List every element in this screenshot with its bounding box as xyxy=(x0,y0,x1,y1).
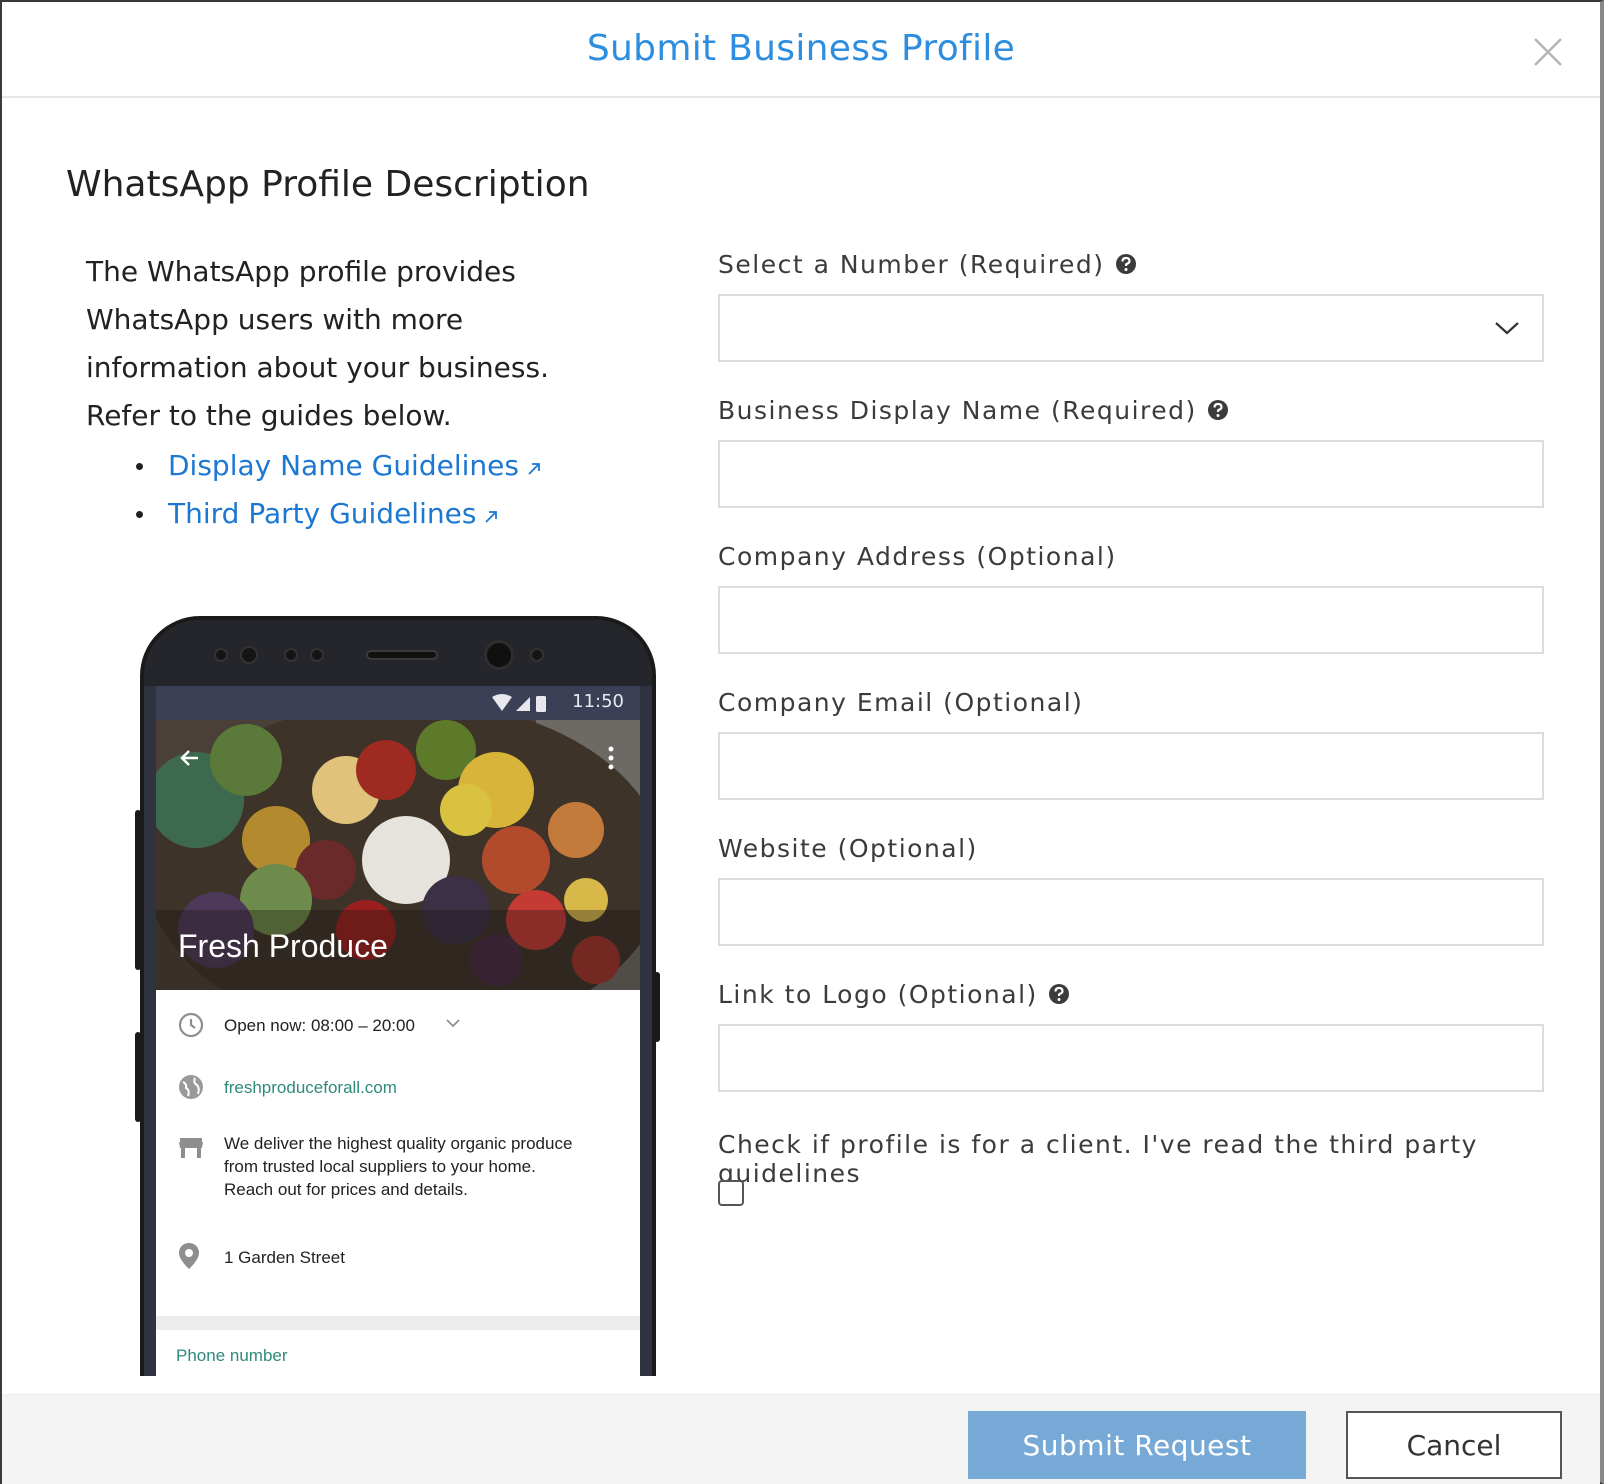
help-icon[interactable] xyxy=(1207,398,1229,427)
external-link-icon xyxy=(527,443,541,491)
intro-line: Refer to the guides below. xyxy=(86,399,452,432)
sensor-dot xyxy=(214,648,228,662)
number-select[interactable] xyxy=(718,294,1544,362)
address-input[interactable] xyxy=(718,586,1544,654)
business-address: 1 Garden Street xyxy=(224,1248,345,1267)
status-time: 11:50 xyxy=(572,691,624,712)
email-label-text: Company Email (Optional) xyxy=(718,688,1084,717)
display-name-input[interactable] xyxy=(718,440,1544,508)
business-cover-image: Fresh Produce xyxy=(156,720,640,990)
submit-request-button[interactable]: Submit Request xyxy=(968,1411,1306,1479)
number-label: Select a Number (Required) xyxy=(718,250,1137,281)
help-icon[interactable] xyxy=(1115,252,1137,281)
display-name-label: Business Display Name (Required) xyxy=(718,396,1229,427)
website-input[interactable] xyxy=(718,878,1544,946)
website-label-text: Website (Optional) xyxy=(718,834,978,863)
back-arrow-icon xyxy=(180,750,198,766)
email-label: Company Email (Optional) xyxy=(718,688,1083,717)
divider xyxy=(156,1316,640,1330)
signal-icon xyxy=(492,694,546,712)
business-website: freshproduceforall.com xyxy=(224,1078,397,1097)
business-name: Fresh Produce xyxy=(178,928,388,964)
section-title: WhatsApp Profile Description xyxy=(66,164,590,205)
camera-icon xyxy=(240,646,258,664)
phone-preview: 11:50 Fresh Produce Open now: 08:00 – 20… xyxy=(140,616,656,1376)
modal-header: Submit Business Profile xyxy=(2,2,1600,98)
third-party-guidelines-link[interactable]: Third Party Guidelines xyxy=(168,497,498,530)
email-input[interactable] xyxy=(718,732,1544,800)
front-camera-icon xyxy=(484,640,514,670)
link-label: Display Name Guidelines xyxy=(168,449,519,482)
sensor-dot xyxy=(310,648,324,662)
client-check-label-text: Check if profile is for a client. I've r… xyxy=(718,1130,1478,1188)
client-checkbox[interactable] xyxy=(718,1180,744,1206)
business-hours: Open now: 08:00 – 20:00 xyxy=(224,1016,415,1035)
logo-label: Link to Logo (Optional) xyxy=(718,980,1070,1011)
intro-line: WhatsApp users with more xyxy=(86,303,464,336)
display-name-guidelines-link[interactable]: Display Name Guidelines xyxy=(168,449,541,482)
modal-title: Submit Business Profile xyxy=(586,28,1016,69)
number-label-text: Select a Number (Required) xyxy=(718,250,1105,279)
status-bar: 11:50 xyxy=(156,686,640,720)
client-check-label: Check if profile is for a client. I've r… xyxy=(718,1130,1600,1188)
more-options-icon xyxy=(608,746,614,770)
phone-number-label: Phone number xyxy=(176,1346,288,1365)
phone-speaker xyxy=(366,650,438,660)
store-icon xyxy=(179,1138,203,1158)
list-item: Third Party Guidelines xyxy=(132,490,541,538)
display-name-label-text: Business Display Name (Required) xyxy=(718,396,1197,425)
logo-input[interactable] xyxy=(718,1024,1544,1092)
phone-bezel xyxy=(144,620,652,686)
location-pin-icon xyxy=(179,1243,199,1269)
website-label: Website (Optional) xyxy=(718,834,978,863)
cancel-button[interactable]: Cancel xyxy=(1346,1411,1562,1479)
intro-line: The WhatsApp profile provides xyxy=(86,255,516,288)
link-label: Third Party Guidelines xyxy=(168,497,477,530)
chevron-down-icon xyxy=(1495,322,1519,335)
intro-line: information about your business. xyxy=(86,351,549,384)
description-line: We deliver the highest quality organic p… xyxy=(224,1134,573,1153)
phone-screen: 11:50 Fresh Produce Open now: 08:00 – 20… xyxy=(156,686,640,1376)
description-line: Reach out for prices and details. xyxy=(224,1180,468,1199)
chevron-down-icon xyxy=(446,1019,460,1028)
logo-label-text: Link to Logo (Optional) xyxy=(718,980,1038,1009)
description-line: from trusted local suppliers to your hom… xyxy=(224,1157,536,1176)
external-link-icon xyxy=(484,491,498,539)
guides-list: Display Name Guidelines Third Party Guid… xyxy=(132,442,541,538)
submit-business-profile-modal: Submit Business Profile WhatsApp Profile… xyxy=(0,0,1604,1484)
address-label-text: Company Address (Optional) xyxy=(718,542,1117,571)
intro-text: The WhatsApp profile provides WhatsApp u… xyxy=(86,248,606,440)
business-description: We deliver the highest quality organic p… xyxy=(224,1132,572,1201)
sensor-dot xyxy=(530,648,544,662)
close-icon[interactable] xyxy=(1532,36,1564,68)
clock-icon xyxy=(178,1012,204,1038)
list-item: Display Name Guidelines xyxy=(132,442,541,490)
globe-icon xyxy=(179,1075,203,1099)
modal-footer: Submit Request Cancel xyxy=(2,1394,1600,1484)
help-icon[interactable] xyxy=(1048,982,1070,1011)
address-label: Company Address (Optional) xyxy=(718,542,1117,571)
sensor-dot xyxy=(284,648,298,662)
